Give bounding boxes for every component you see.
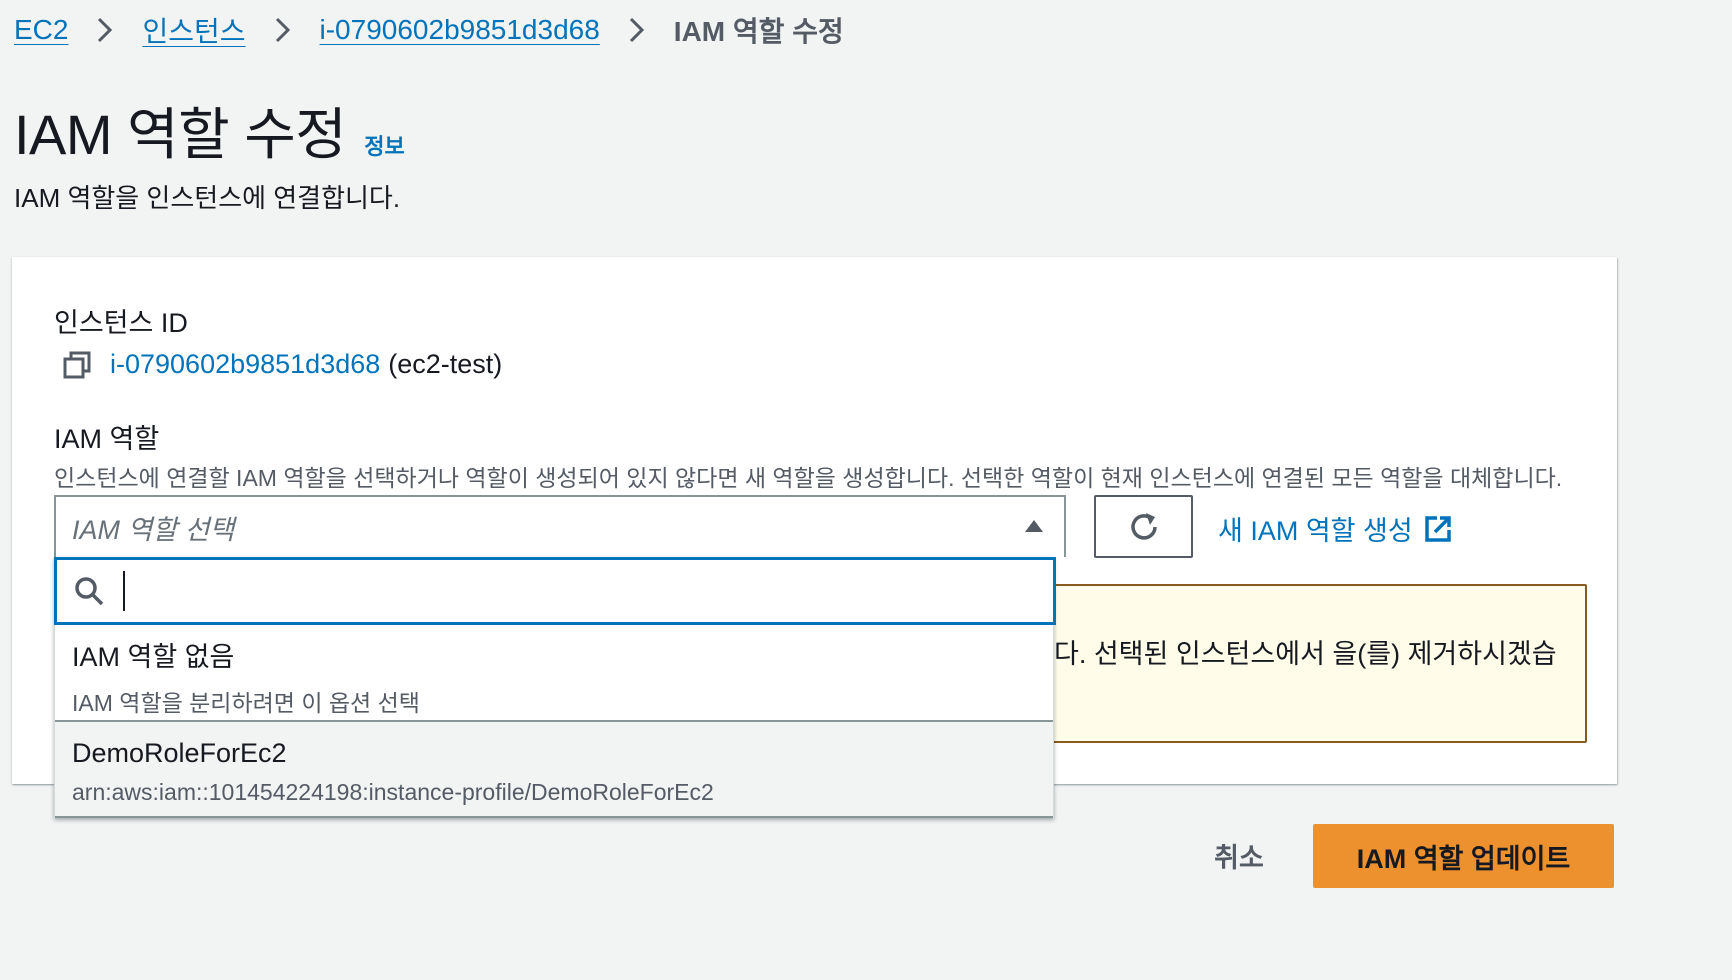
iam-role-dropdown: IAM 역할 없음 IAM 역할을 분리하려면 이 옵션 선택 DemoRole…	[54, 557, 1056, 818]
iam-role-select[interactable]: IAM 역할 선택	[54, 495, 1066, 557]
refresh-button[interactable]	[1094, 495, 1193, 558]
create-iam-role-link[interactable]: 새 IAM 역할 생성	[1218, 509, 1453, 548]
page-title: IAM 역할 수정	[14, 103, 347, 166]
breadcrumb-instance-id[interactable]: i-0790602b9851d3d68	[320, 14, 600, 46]
dropdown-search-box[interactable]	[54, 557, 1056, 625]
instance-id-link[interactable]: i-0790602b9851d3d68	[110, 349, 380, 380]
chevron-right-icon	[628, 17, 646, 43]
search-icon	[73, 575, 105, 607]
dropdown-search-input[interactable]	[123, 571, 1003, 611]
option-subtitle: arn:aws:iam::101454224198:instance-profi…	[72, 779, 714, 805]
create-iam-role-label: 새 IAM 역할 생성	[1218, 516, 1413, 546]
instance-name: (ec2-test)	[388, 349, 503, 379]
warning-alert: 다. 선택된 인스턴스에서 을(를) 제거하시겠습	[1052, 584, 1587, 743]
breadcrumb-current: IAM 역할 수정	[673, 16, 844, 47]
option-subtitle: IAM 역할을 분리하려면 이 옵션 선택	[72, 690, 420, 716]
page-header: IAM 역할 수정 정보	[14, 90, 405, 171]
iam-role-label: IAM 역할	[54, 424, 160, 454]
page-description: IAM 역할을 인스턴스에 연결합니다.	[14, 183, 401, 213]
option-title: IAM 역할 없음	[72, 642, 235, 672]
cancel-button[interactable]: 취소	[1184, 826, 1294, 884]
breadcrumb-ec2[interactable]: EC2	[14, 14, 68, 46]
instance-id-label: 인스턴스 ID	[54, 308, 188, 338]
warning-text: 다. 선택된 인스턴스에서 을(를) 제거하시겠습	[1054, 639, 1557, 669]
chevron-right-icon	[96, 17, 114, 43]
option-demo-role[interactable]: DemoRoleForEc2 arn:aws:iam::101454224198…	[55, 720, 1053, 818]
iam-role-description: 인스턴스에 연결할 IAM 역할을 선택하거나 역할이 생성되어 있지 않다면 …	[54, 465, 1563, 491]
caret-up-icon	[1025, 520, 1043, 532]
info-link[interactable]: 정보	[364, 129, 404, 161]
refresh-icon	[1130, 512, 1157, 540]
breadcrumb-instances[interactable]: 인스턴스	[142, 10, 245, 50]
breadcrumb: EC2 인스턴스 i-0790602b9851d3d68 IAM 역할 수정	[14, 12, 844, 48]
chevron-right-icon	[274, 17, 292, 43]
copy-icon[interactable]	[62, 350, 92, 380]
external-link-icon	[1423, 514, 1453, 544]
instance-id-row: i-0790602b9851d3d68 (ec2-test)	[62, 349, 502, 380]
option-title: DemoRoleForEc2	[72, 738, 287, 768]
update-iam-role-button[interactable]: IAM 역할 업데이트	[1313, 824, 1614, 888]
select-placeholder: IAM 역할 선택	[72, 514, 235, 545]
option-no-role[interactable]: IAM 역할 없음 IAM 역할을 분리하려면 이 옵션 선택	[55, 635, 1053, 730]
